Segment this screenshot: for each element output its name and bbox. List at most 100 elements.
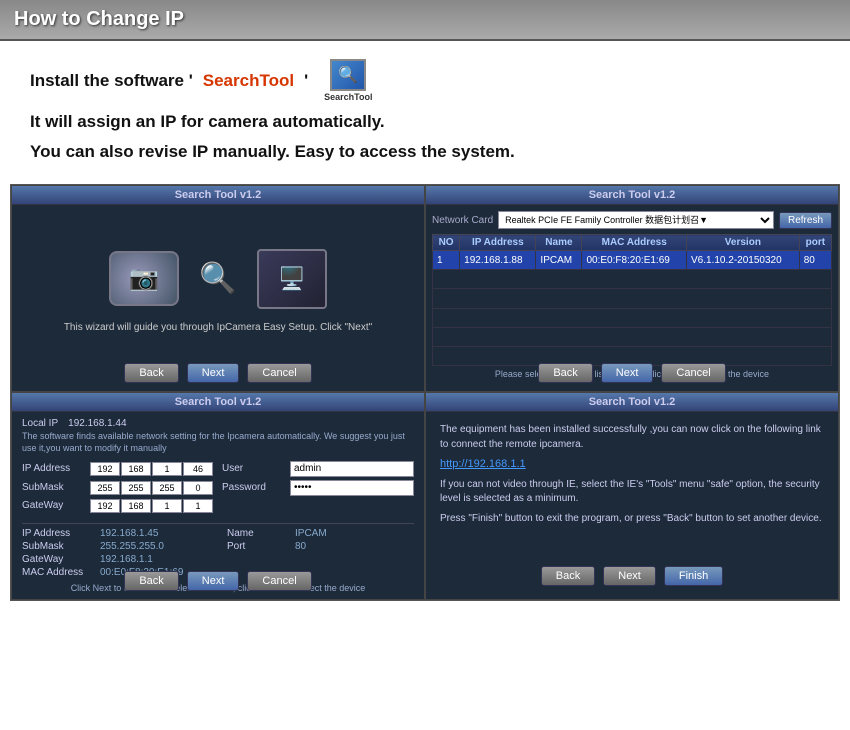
cell-name: IPCAM <box>536 251 582 270</box>
camera-link[interactable]: http://192.168.1.1 <box>440 458 824 470</box>
table-row[interactable]: 1 192.168.1.88 IPCAM 00:E0:F8:20:E1:69 V… <box>433 251 832 270</box>
ip-address-input-group <box>90 462 214 476</box>
panel4-title: Search Tool v1.2 <box>426 393 838 412</box>
col-mac: MAC Address <box>582 235 687 251</box>
page-title: How to Change IP <box>14 8 836 31</box>
panel4-finish-button[interactable]: Finish <box>664 566 723 586</box>
col-port: port <box>799 235 831 251</box>
local-ip-row: Local IP 192.168.1.44 <box>22 418 414 429</box>
wizard-text: This wizard will guide you through IpCam… <box>64 321 372 335</box>
panel1-next-button[interactable]: Next <box>187 363 240 383</box>
local-ip-val: 192.168.1.44 <box>68 418 126 429</box>
table-row[interactable] <box>433 270 832 289</box>
table-row[interactable] <box>433 327 832 346</box>
col-name: Name <box>536 235 582 251</box>
panel3-cancel-button[interactable]: Cancel <box>247 571 311 591</box>
panel3-body: Local IP 192.168.1.44 The software finds… <box>12 412 424 595</box>
panel2-next-button[interactable]: Next <box>601 363 654 383</box>
gateway-label: GateWay <box>22 500 82 511</box>
info-gw-val: 192.168.1.1 <box>100 554 219 565</box>
panel3-title: Search Tool v1.2 <box>12 393 424 412</box>
user-input[interactable] <box>290 461 414 477</box>
panel2-cancel-button[interactable]: Cancel <box>661 363 725 383</box>
sub-seg-3[interactable] <box>152 481 182 495</box>
info-ip-val: 192.168.1.45 <box>100 528 219 539</box>
panel-success: Search Tool v1.2 The equipment has been … <box>425 392 839 599</box>
ip-seg-2[interactable] <box>121 462 151 476</box>
info-ip-label: IP Address <box>22 528 92 539</box>
table-row[interactable] <box>433 289 832 308</box>
sub-seg-4[interactable] <box>183 481 213 495</box>
refresh-button[interactable]: Refresh <box>779 212 832 229</box>
intro-line2: It will assign an IP for camera automati… <box>30 112 820 132</box>
panel-search-results: Search Tool v1.2 Network Card Realtek PC… <box>425 185 839 392</box>
panel3-next-button[interactable]: Next <box>187 571 240 591</box>
info-sub-val: 255.255.255.0 <box>100 541 219 552</box>
panel-wizard: Search Tool v1.2 📷 🔍 🖥️ This wizard will… <box>11 185 425 392</box>
panel2-back-button[interactable]: Back <box>538 363 592 383</box>
panel1-buttons: Back Next Cancel <box>12 363 424 383</box>
results-table: NO IP Address Name MAC Address Version p… <box>432 234 832 366</box>
gw-seg-3[interactable] <box>152 499 182 513</box>
panel2-buttons: Back Next Cancel <box>426 363 838 383</box>
panel1-cancel-button[interactable]: Cancel <box>247 363 311 383</box>
panel4-body: The equipment has been installed success… <box>426 412 838 595</box>
header: How to Change IP <box>0 0 850 41</box>
submask-input-group <box>90 481 214 495</box>
ip-seg-4[interactable] <box>183 462 213 476</box>
cell-ip: 192.168.1.88 <box>460 251 536 270</box>
panel3-buttons: Back Next Cancel <box>12 571 424 591</box>
panel1-back-button[interactable]: Back <box>124 363 178 383</box>
password-label: Password <box>222 482 282 493</box>
info-port-val: 80 <box>295 541 414 552</box>
intro-line1: Install the software 'SearchTool' 🔍 Sear… <box>30 59 820 102</box>
panel1-body: 📷 🔍 🖥️ This wizard will guide you throug… <box>12 205 424 388</box>
warning-text: If you can not video through IE, select … <box>440 478 824 506</box>
ip-form: IP Address User SubMask Password <box>22 461 414 513</box>
panel-ip-config: Search Tool v1.2 Local IP 192.168.1.44 T… <box>11 392 425 599</box>
ip-seg-1[interactable] <box>90 462 120 476</box>
network-card-label: Network Card <box>432 215 493 226</box>
searchtool-name: SearchTool <box>203 71 294 91</box>
panel4-buttons: Back Next Finish <box>440 566 824 586</box>
gw-seg-4[interactable] <box>183 499 213 513</box>
cell-port: 80 <box>799 251 831 270</box>
intro-line3: You can also revise IP manually. Easy to… <box>30 142 820 162</box>
divider <box>22 523 414 524</box>
info-name-val: IPCAM <box>295 528 414 539</box>
camera-icons: 📷 🔍 🖥️ <box>109 249 326 309</box>
info-gw-label: GateWay <box>22 554 92 565</box>
magnify-icon: 🔍 <box>199 261 236 296</box>
sub-seg-1[interactable] <box>90 481 120 495</box>
intro-section: Install the software 'SearchTool' 🔍 Sear… <box>0 41 850 184</box>
gw-seg-1[interactable] <box>90 499 120 513</box>
cell-mac: 00:E0:F8:20:E1:69 <box>582 251 687 270</box>
searchtool-icon-label: SearchTool <box>324 92 372 102</box>
camera1-icon: 📷 <box>109 251 179 306</box>
panel4-next-button[interactable]: Next <box>603 566 656 586</box>
ip-seg-3[interactable] <box>152 462 182 476</box>
table-row[interactable] <box>433 308 832 327</box>
cell-no: 1 <box>433 251 460 270</box>
panel4-back-button[interactable]: Back <box>541 566 595 586</box>
network-card-select[interactable]: Realtek PCIe FE Family Controller 数据包计划召… <box>498 211 774 229</box>
ip-address-label: IP Address <box>22 463 82 474</box>
local-ip-label: Local IP <box>22 418 58 429</box>
intro-line1-suffix: ' <box>304 71 308 91</box>
submask-label: SubMask <box>22 482 82 493</box>
gateway-input-group <box>90 499 214 513</box>
sub-seg-2[interactable] <box>121 481 151 495</box>
note-text: The software finds available network set… <box>22 431 414 454</box>
panel3-back-button[interactable]: Back <box>124 571 178 591</box>
searchtool-icon-box: 🔍 <box>330 59 366 91</box>
searchtool-icon: 🔍 SearchTool <box>324 59 372 102</box>
password-input[interactable] <box>290 480 414 496</box>
user-label: User <box>222 463 282 474</box>
gw-seg-2[interactable] <box>121 499 151 513</box>
results-table-header: NO IP Address Name MAC Address Version p… <box>433 235 832 251</box>
panel1-title: Search Tool v1.2 <box>12 186 424 205</box>
success-text: The equipment has been installed success… <box>440 422 824 452</box>
col-no: NO <box>433 235 460 251</box>
cell-version: V6.1.10.2-20150320 <box>687 251 800 270</box>
results-table-body: 1 192.168.1.88 IPCAM 00:E0:F8:20:E1:69 V… <box>433 251 832 366</box>
